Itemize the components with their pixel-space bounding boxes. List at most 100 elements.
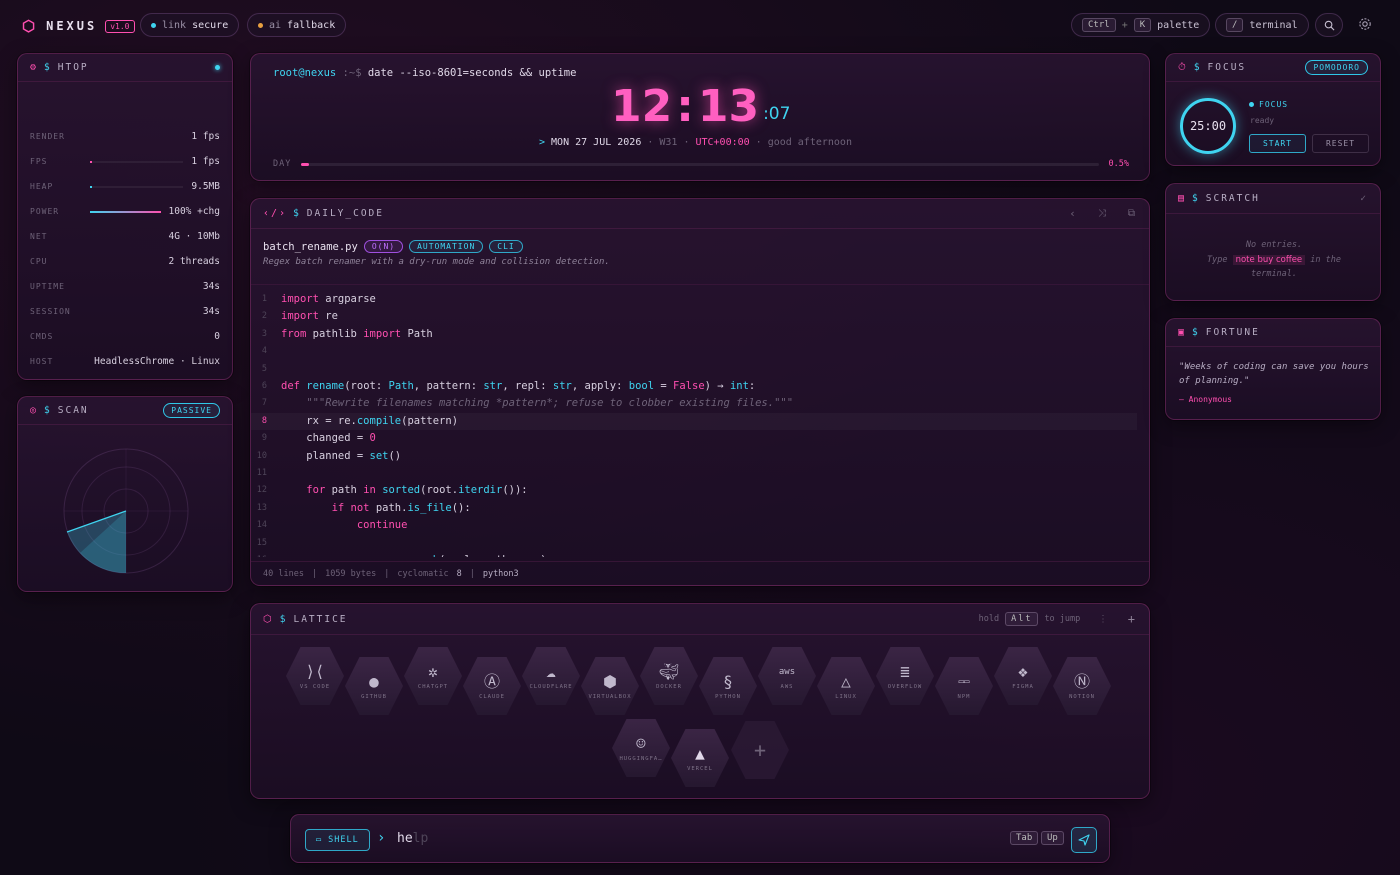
pomodoro-badge[interactable]: POMODORO [1305, 60, 1368, 75]
htop-panel: ⚙ $ HTOP RENDER 1 fps FPS 1 fps HEAP 9.5MB … [17, 53, 233, 380]
prompt-user: root@nexus [273, 67, 337, 79]
fps-bar [90, 160, 184, 163]
tile-chatgpt[interactable]: ✲ CHATGPT [404, 647, 462, 705]
cpu-chip-icon: ⚙ [30, 62, 39, 73]
start-button[interactable]: START [1249, 134, 1306, 153]
tile-npm[interactable]: ▭▭ NPM [935, 657, 993, 715]
status-dot-icon [151, 22, 156, 28]
focus-header: ⏱ $ FOCUS POMODORO [1166, 54, 1380, 82]
copy-icon[interactable]: ⧉ [1128, 208, 1137, 219]
power-bar [90, 210, 161, 213]
send-button[interactable] [1071, 827, 1097, 853]
tile-aws[interactable]: aws AWS [758, 647, 816, 705]
tile-label: VIRTUALBOX [588, 693, 632, 700]
reset-button[interactable]: RESET [1312, 134, 1369, 153]
metric-value: 34s [202, 306, 220, 317]
code-view[interactable]: 1 import argparse 2 import re 3 from pathli… [251, 284, 1149, 557]
dollar-sign: $ [44, 405, 52, 416]
scratch-empty-text: No entries. [1245, 240, 1303, 250]
metric-value: HeadlessChrome · Linux [94, 356, 220, 367]
tile-overflow[interactable]: ≣ OVERFLOW [876, 647, 934, 705]
cyclomatic-label: cyclomatic [397, 568, 449, 579]
day-label: DAY [273, 159, 292, 169]
shuffle-icon[interactable]: ⤨ [1098, 208, 1108, 219]
add-icon[interactable]: + [1128, 612, 1137, 626]
tile-claude[interactable]: Ⓐ CLAUDE [463, 657, 521, 715]
prompt-chevron-icon: › [377, 830, 386, 846]
tile-cloudflare[interactable]: ☁ CLOUDFLARE [522, 647, 580, 705]
tile-vercel[interactable]: ▲ VERCEL [671, 729, 729, 787]
tile-huggingface[interactable]: ☺ HUGGINGFA… [612, 719, 670, 777]
tile-docker[interactable]: 🐳︎ DOCKER [640, 647, 698, 705]
tile-label: DOCKER [656, 683, 682, 690]
metric-value: 34s [202, 281, 220, 292]
metric-value: 1 fps [191, 131, 220, 142]
virtualbox-icon: ⬢ [603, 671, 617, 691]
dollar-sign: $ [44, 62, 52, 73]
focus-mode: FOCUS [1249, 100, 1288, 109]
byte-count: 1059 bytes [325, 568, 377, 579]
tile-label: FIGMA [1012, 683, 1034, 690]
scratch-hint: Type [1206, 254, 1228, 265]
focus-state: ready [1250, 116, 1275, 125]
tile-github[interactable]: ● GITHUB [345, 657, 403, 715]
search-button[interactable] [1315, 13, 1343, 37]
complexity-tag: O(N) [363, 240, 404, 253]
logo-text: NEXUS [46, 19, 98, 33]
tile-figma[interactable]: ❖ FIGMA [994, 647, 1052, 705]
dollar-sign: $ [293, 208, 301, 219]
scratch-hint: in the [1310, 254, 1341, 265]
tile-linux[interactable]: △ LINUX [817, 657, 875, 715]
code-footer: 40 lines | 1059 bytes | cyclomatic 8 | p… [251, 561, 1149, 585]
prompt-path: :~$ [342, 67, 362, 79]
vercel-icon: ▲ [695, 743, 705, 763]
shell-bar: ▭ SHELL › help Tab Up [290, 814, 1110, 863]
category-tag: CLI [489, 240, 523, 253]
htop-metrics: RENDER 1 fps FPS 1 fps HEAP 9.5MB POWER 100%… [18, 124, 232, 374]
metric-label: HOST [30, 357, 54, 366]
metric-label: FPS [30, 157, 48, 166]
tile-label: OVERFLOW [887, 683, 923, 690]
tab-key: Tab [1010, 831, 1039, 845]
tile-python[interactable]: § PYTHON [699, 657, 757, 715]
scratch-title: SCRATCH [1205, 193, 1260, 204]
ai-label: ai [269, 19, 282, 31]
scan-mode-badge[interactable]: PASSIVE [163, 403, 220, 418]
terminal-button[interactable]: / terminal [1215, 13, 1309, 37]
fortune-header: ▣ $ FORTUNE [1166, 319, 1380, 347]
add-tile-button[interactable]: + [731, 721, 789, 779]
shell-input[interactable]: help [397, 831, 428, 846]
clock-command-line: root@nexus :~$ date --iso-8601=seconds &… [273, 67, 576, 79]
scratch-empty: No entries. Type note buy coffee in the … [1166, 238, 1382, 282]
check-icon[interactable]: ✓ [1360, 193, 1368, 204]
tile-label: AWS [780, 683, 794, 690]
lattice-header: ⬡ $ LATTICE hold Alt to jump ⋮ + [251, 604, 1149, 635]
logo[interactable]: ⬡ NEXUS v1.0 [22, 17, 135, 35]
scan-panel: ◎ $ SCAN PASSIVE [17, 396, 233, 592]
day-progress: DAY 0.5% [273, 159, 1129, 169]
metric-value: 0 [214, 331, 220, 342]
ai-status-pill[interactable]: ai fallback [247, 13, 347, 37]
tile-notion[interactable]: Ⓝ NOTION [1053, 657, 1111, 715]
htop-header: ⚙ $ HTOP [18, 54, 232, 82]
tile-virtualbox[interactable]: ⬢ VIRTUALBOX [581, 657, 639, 715]
metric-cmds: CMDS 0 [18, 324, 232, 349]
prompt-command: date --iso-8601=seconds && uptime [367, 67, 577, 79]
fortune-panel: ▣ $ FORTUNE "Weeks of coding can save yo… [1165, 318, 1381, 420]
metric-value: 1 fps [191, 156, 220, 167]
drag-handle-icon[interactable]: ⋮ [1098, 614, 1110, 625]
link-label: link [162, 19, 187, 31]
tile-label: NOTION [1069, 693, 1095, 700]
previous-icon[interactable]: ‹ [1069, 207, 1078, 220]
python-icon: § [723, 671, 733, 691]
link-status-pill[interactable]: link secure [140, 13, 240, 37]
htop-title: HTOP [57, 62, 89, 73]
palette-button[interactable]: Ctrl + K palette [1071, 13, 1211, 37]
clock-hours: 12 [611, 81, 673, 132]
lattice-panel: ⬡ $ LATTICE hold Alt to jump ⋮ + ⟩⟨ VS CO… [250, 603, 1150, 799]
settings-button[interactable] [1358, 17, 1372, 34]
tile-vscode[interactable]: ⟩⟨ VS CODE [286, 647, 344, 705]
focus-title: FOCUS [1207, 62, 1247, 73]
shell-mode-button[interactable]: ▭ SHELL [305, 829, 370, 851]
dollar-sign: $ [1192, 193, 1200, 204]
